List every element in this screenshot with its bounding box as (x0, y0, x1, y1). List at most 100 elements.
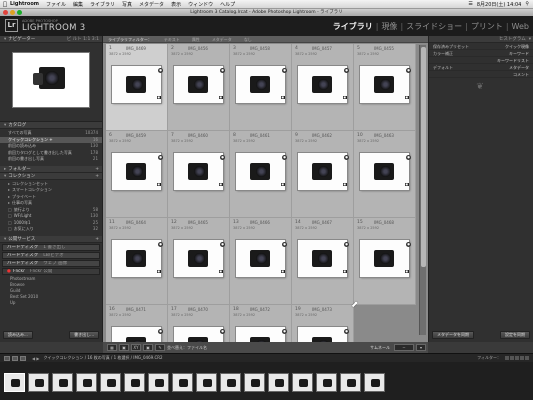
export-button[interactable]: 書き出し... (69, 331, 99, 339)
flickr-item[interactable]: Up (0, 300, 102, 306)
menu-help[interactable]: ヘルプ (220, 1, 235, 8)
photo-thumbnail[interactable] (112, 153, 161, 190)
grid-shortcut-icon[interactable] (20, 355, 26, 361)
filter-attribute-tab[interactable]: 属性 (192, 36, 200, 42)
navigator-preview[interactable] (12, 52, 90, 108)
grid-cell[interactable]: 12 IMG_0465 3872 x 2592 ● ■ (168, 218, 230, 305)
publish-drive-1[interactable]: ハードディスク 1 書き出し (2, 243, 100, 251)
photo-thumbnail[interactable] (174, 327, 223, 342)
navigator-header[interactable]: ▾ ナビゲーター ビ ルト 1:1 3:1 (0, 36, 102, 43)
quick-collection-marker-icon[interactable]: ● (344, 329, 349, 334)
filmstrip-thumbnail[interactable] (292, 373, 313, 392)
grid-cell[interactable]: 18IMG_04723872 x 2592●■ (230, 305, 292, 342)
collection-item[interactable]: □ お気に入り 32 (0, 226, 102, 233)
thumbnail-size-slider[interactable]: ─ (394, 344, 414, 351)
grid-cell[interactable]: 11 IMG_0464 3872 x 2592 ● ■ (106, 218, 168, 305)
filmstrip-thumbnail[interactable] (124, 373, 145, 392)
monitor-1-icon[interactable] (4, 355, 10, 361)
grid-cell[interactable]: 5 IMG_0455 3872 x 2592 ● ■ (354, 44, 416, 131)
navigator-zoom-options[interactable]: ビ ルト 1:1 3:1 (67, 36, 102, 42)
quick-collection-marker-icon[interactable]: ● (158, 242, 163, 247)
histogram-header[interactable]: ヒストグラム ▾ (429, 36, 533, 43)
photo-thumbnail[interactable] (298, 327, 347, 342)
spotlight-icon[interactable]: ⚲ (525, 1, 529, 8)
filmstrip-thumbnail[interactable] (364, 373, 385, 392)
quick-collection-marker-icon[interactable]: ● (220, 242, 225, 247)
catalog-header[interactable]: ▾ カタログ (0, 122, 102, 129)
catalog-item-previous-export[interactable]: 前回の書き出し写真 21 (0, 156, 102, 163)
quick-collection-marker-icon[interactable]: ● (158, 155, 163, 160)
quick-collection-marker-icon[interactable]: ● (406, 155, 411, 160)
grid-cell[interactable]: 1 IMG_0469 3872 x 2592 ● ■ (106, 44, 168, 131)
photo-thumbnail[interactable] (174, 240, 223, 277)
menu-app[interactable]: Lightroom (10, 1, 39, 7)
grid-cell[interactable]: 16IMG_04713872 x 2592●■ (106, 305, 168, 342)
add-collection-icon[interactable]: + (95, 173, 102, 179)
compare-view-icon[interactable]: XY (131, 344, 141, 351)
filmstrip-thumbnail[interactable] (28, 373, 49, 392)
publish-drive-2[interactable]: ハードディスク LB/ビデオ (2, 251, 100, 259)
filmstrip-thumbnail[interactable] (316, 373, 337, 392)
grid-cell[interactable]: 15 IMG_0468 3872 x 2592 ● ■ (354, 218, 416, 305)
photo-thumbnail[interactable] (298, 240, 347, 277)
photo-thumbnail[interactable] (298, 66, 347, 103)
module-web[interactable]: Web (512, 22, 529, 31)
photo-thumbnail[interactable] (174, 66, 223, 103)
filmstrip-thumbnail[interactable] (4, 373, 25, 392)
module-print[interactable]: プリント (471, 21, 503, 32)
right-panel-row[interactable]: コメント (429, 71, 533, 78)
menu-window[interactable]: ウィンドウ (188, 1, 213, 8)
nav-arrows-icon[interactable]: ◀ ▶ (32, 356, 39, 361)
filmstrip-thumbnail[interactable] (76, 373, 97, 392)
filmstrip-thumbnail[interactable] (172, 373, 193, 392)
module-develop[interactable]: 現像 (381, 21, 397, 32)
folders-header[interactable]: ▸ フォルダー + (0, 165, 102, 173)
publish-drive-3[interactable]: ハードディスク ウェブ 画像 (2, 259, 100, 267)
publish-flickr[interactable]: ● Flickr Flickr 公開 (2, 267, 100, 275)
grid-view-icon[interactable]: ▦ (107, 344, 117, 351)
quick-collection-marker-icon[interactable]: ● (344, 242, 349, 247)
grid-cell[interactable]: 10 IMG_0463 3872 x 2592 ● ■ (354, 131, 416, 218)
menu-library[interactable]: ライブラリ (90, 1, 115, 8)
painter-icon[interactable]: ✎ (155, 344, 165, 351)
photo-thumbnail[interactable] (236, 153, 285, 190)
menu-photo[interactable]: 写真 (122, 1, 132, 8)
quick-collection-marker-icon[interactable]: ● (406, 68, 411, 73)
photo-thumbnail[interactable] (236, 240, 285, 277)
grid-cell[interactable]: 19IMG_04733872 x 2592●■ (292, 305, 354, 342)
add-service-icon[interactable]: + (95, 236, 102, 242)
close-button[interactable] (3, 10, 8, 15)
filmstrip-thumbnail[interactable] (148, 373, 169, 392)
zoom-button[interactable] (17, 10, 22, 15)
monitor-2-icon[interactable] (12, 355, 18, 361)
photo-thumbnail[interactable] (360, 66, 409, 103)
publish-services-header[interactable]: ▾ 公開サービス + (0, 235, 102, 243)
grid-scrollbar[interactable] (419, 45, 426, 335)
quick-collection-marker-icon[interactable]: ● (220, 68, 225, 73)
photo-thumbnail[interactable] (112, 66, 161, 103)
survey-view-icon[interactable]: ▣ (143, 344, 153, 351)
minimize-button[interactable] (10, 10, 15, 15)
scroll-thumb[interactable] (421, 47, 426, 267)
quick-collection-marker-icon[interactable]: ● (158, 329, 163, 334)
wifi-icon[interactable]: ☰ (468, 1, 472, 8)
quick-collection-marker-icon[interactable]: ● (344, 68, 349, 73)
photo-thumbnail[interactable] (174, 153, 223, 190)
grid-cell[interactable]: 7 IMG_0460 3872 x 2592 ● ■ (168, 131, 230, 218)
filmstrip-thumbnail[interactable] (196, 373, 217, 392)
right-panel-row[interactable]: デフォルト メタデータ (429, 64, 533, 71)
sync-metadata-button[interactable]: メタデータを同期 (432, 331, 474, 339)
grid-cell[interactable]: 9 IMG_0462 3872 x 2592 ● ■ (292, 131, 354, 218)
photo-thumbnail[interactable] (112, 240, 161, 277)
loupe-view-icon[interactable]: ▣ (119, 344, 129, 351)
filter-text-tab[interactable]: テキスト (164, 36, 180, 42)
grid-cell[interactable]: 6 IMG_0459 3872 x 2592 ● ■ (106, 131, 168, 218)
sync-settings-button[interactable]: 設定を同期 (500, 331, 530, 339)
sort-order[interactable]: 並べ替え：ファイル名 (167, 345, 207, 351)
filmstrip-thumbnail[interactable] (244, 373, 265, 392)
right-panel-row[interactable]: キーワードリスト (429, 57, 533, 64)
apple-icon[interactable]:  (0, 1, 10, 8)
grid-cell[interactable]: 8 IMG_0461 3872 x 2592 ● ■ (230, 131, 292, 218)
filmstrip-thumbnail[interactable] (220, 373, 241, 392)
quick-collection-marker-icon[interactable]: ● (220, 155, 225, 160)
